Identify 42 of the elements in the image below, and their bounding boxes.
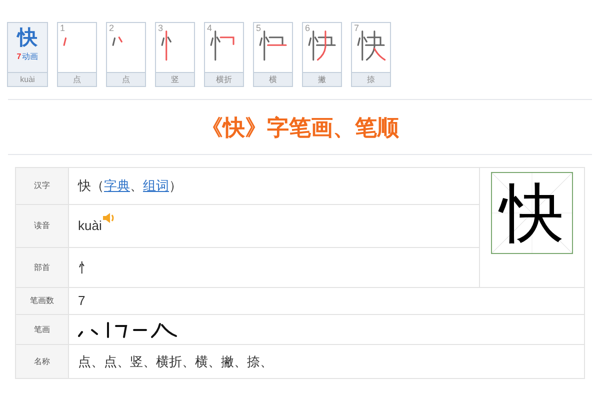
stroke-order-drawing (210, 30, 234, 61)
stroke-order-drawing (357, 30, 386, 61)
stroke-number: 4 (207, 23, 212, 33)
character-links-text: 快（字典、组词） (78, 178, 182, 194)
row-value: 7 (78, 293, 86, 308)
row-value: 忄 (78, 260, 91, 275)
row-label: 汉字 (16, 168, 68, 204)
stroke-order-drawing (63, 37, 67, 46)
pinyin-caption: kuài (8, 72, 47, 86)
row-label: 笔画数 (16, 288, 68, 314)
row-label: 笔画 (16, 314, 68, 344)
stroke-name: 横 (254, 72, 292, 86)
row-label: 部首 (16, 248, 68, 288)
row-label: 名称 (16, 344, 68, 378)
animation-link[interactable]: 动画 (22, 52, 38, 62)
stroke-number: 2 (109, 23, 114, 33)
stroke-order-drawing (161, 30, 172, 61)
stroke-number: 5 (256, 23, 262, 33)
stroke-order-drawing (259, 30, 287, 61)
stroke-name: 点 (107, 72, 145, 86)
stroke-order-drawing (308, 30, 336, 61)
stroke-order-drawing (112, 36, 122, 46)
character-summary-card[interactable]: 快 7动画 kuài (7, 22, 48, 87)
pinyin-text: kuài (78, 217, 102, 236)
row-label: 读音 (16, 204, 68, 248)
stroke-name: 捺 (352, 72, 390, 86)
page-heading: 《快》字笔画、笔顺 (200, 114, 400, 142)
stroke-name: 竖 (156, 72, 194, 86)
dictionary-link[interactable]: 组词 (143, 178, 169, 194)
stroke-name: 点 (58, 72, 96, 86)
character-glyph: 快 (18, 27, 38, 49)
stroke-number: 6 (305, 23, 310, 33)
stroke-name: 撇 (303, 72, 341, 86)
stroke-name: 横折 (205, 72, 243, 86)
large-character: 快 (500, 178, 564, 248)
dictionary-link[interactable]: 字典 (104, 178, 130, 194)
stroke-count: 7 (16, 52, 22, 62)
row-value: 点、点、竖、横折、横、撇、捺、 (78, 354, 273, 369)
stroke-number: 7 (354, 23, 360, 33)
stroke-number: 1 (60, 23, 66, 33)
speaker-icon[interactable] (102, 212, 116, 224)
stroke-number: 3 (158, 23, 164, 33)
